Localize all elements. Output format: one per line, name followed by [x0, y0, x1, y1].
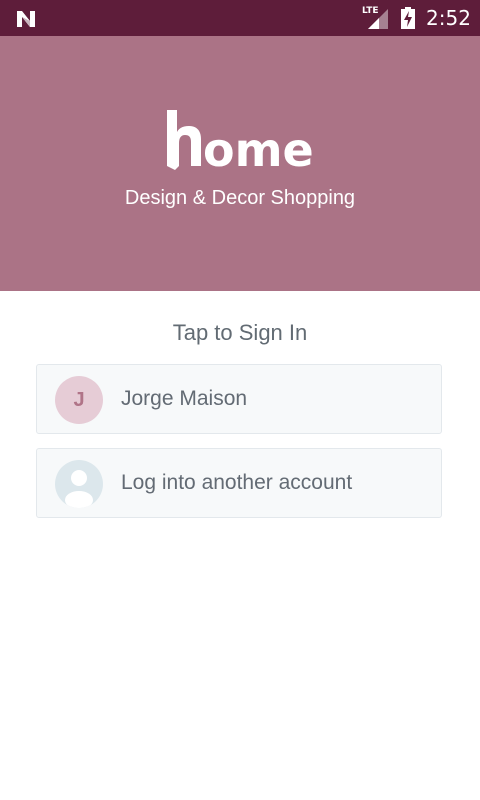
hero-banner: ome home Design & Decor Shopping — [0, 36, 480, 291]
person-icon — [55, 460, 103, 508]
log-into-another-account-button[interactable]: Log into another account — [36, 448, 442, 518]
n-notification-icon — [17, 11, 35, 27]
home-logo-graphic: ome — [167, 110, 314, 170]
network-type-label: LTE — [362, 6, 379, 16]
status-time: 2:52 — [426, 6, 471, 30]
home-logo: ome home — [0, 108, 480, 175]
account-name: Jorge Maison — [121, 387, 248, 410]
battery-charging-icon — [401, 7, 415, 29]
log-into-another-account-label: Log into another account — [121, 471, 353, 494]
tagline: Design & Decor Shopping — [124, 187, 356, 209]
status-bar: LTE 2:52 — [0, 0, 480, 36]
avatar-initial: J — [73, 388, 85, 411]
logo-text-ome: ome — [203, 123, 314, 170]
avatar: J — [55, 376, 103, 424]
account-item-jorge-maison[interactable]: J Jorge Maison — [36, 364, 442, 434]
sign-in-title: Tap to Sign In — [172, 320, 308, 345]
